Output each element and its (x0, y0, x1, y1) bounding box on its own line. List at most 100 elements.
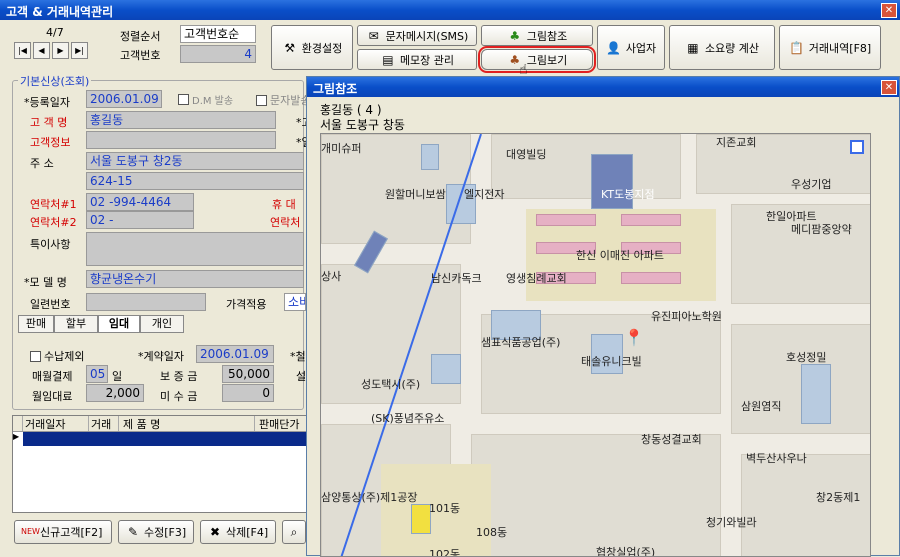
edit-icon: ✎ (127, 525, 139, 539)
search-icon: ⌕ (290, 525, 298, 539)
picture-ref-button[interactable]: ♣ 그림참조 (481, 25, 593, 46)
contract-date-label: *계약일자 (138, 350, 184, 363)
map-label: 샘표식품공업(주) (481, 336, 561, 349)
grid-col-product[interactable]: 제 품 명 (119, 416, 255, 431)
unpaid-amount-field[interactable]: 0 (222, 384, 274, 402)
picture-view-button[interactable]: ♣ 그림보기 (478, 46, 596, 73)
map-label: 지존교회 (716, 136, 757, 149)
deposit-label: 보 증 금 (160, 370, 198, 383)
map-label: 102동 (429, 548, 461, 557)
map-label: KT도봉지점 (601, 188, 655, 201)
sms-icon: ✉ (368, 28, 379, 43)
model-field[interactable]: 향균냉온수기 (86, 270, 304, 288)
rental-fee-field[interactable]: 2,000 (86, 384, 144, 402)
address-line2-field[interactable]: 624-15 (86, 172, 304, 190)
note-field[interactable] (86, 232, 304, 266)
price-select[interactable]: 소비 (284, 293, 306, 311)
customer-info-field[interactable] (86, 131, 276, 149)
day-unit-label: 일 (112, 370, 123, 383)
monthly-day-field[interactable]: 05 (86, 365, 108, 383)
map-label: 태솔유니크빌 (581, 355, 642, 368)
map-label: 창동성결교회 (641, 433, 702, 446)
map-label: 108동 (476, 526, 508, 539)
sort-order-select[interactable]: 고객번호순 (180, 25, 256, 43)
next-record-button[interactable]: ▶ (52, 42, 69, 59)
install-label: *철 (290, 350, 306, 363)
transactions-button[interactable]: 📋 거래내역[F8] (779, 25, 881, 70)
setting-label: 설 (296, 370, 307, 383)
contact2-field[interactable]: 02 - (86, 211, 194, 229)
tree-icon: ♣ (509, 28, 521, 43)
map-label: 삼양통상(주)제1공장 (321, 491, 418, 504)
window-title: 고객 & 거래내역관리 (6, 5, 114, 19)
close-icon[interactable]: ✕ (881, 3, 897, 18)
new-customer-button[interactable]: NEW 신규고객[F2] (14, 520, 112, 544)
last-record-button[interactable]: ▶| (71, 42, 88, 59)
memo-button[interactable]: ▤ 메모장 관리 (357, 49, 477, 70)
map-label: 협창실업(주) (596, 546, 656, 557)
map-label: 창2동제1 (816, 491, 861, 504)
grid-col-type[interactable]: 거래 (89, 416, 119, 431)
tab-rental[interactable]: 임대 (98, 315, 140, 333)
map-label: 남신카독크 (431, 272, 482, 285)
prev-record-button[interactable]: ◀ (33, 42, 50, 59)
picture-ref-window: 그림참조 ✕ 홍길동 ( 4 ) 서울 도봉구 창동 📍 개미슈퍼 대영빌딩 지… (306, 76, 900, 557)
popup-titlebar: 그림참조 (307, 77, 899, 97)
map-label: 메디팜중앙약 (791, 223, 852, 236)
tab-sale[interactable]: 판매 (18, 315, 54, 333)
tab-personal[interactable]: 개인 (140, 315, 184, 333)
sale-type-tabs: 판매 할부 임대 개인 (18, 315, 184, 333)
address-line1-field[interactable]: 서울 도봉구 창2동 (86, 152, 304, 170)
table-row[interactable]: ▶ (13, 432, 307, 446)
consumption-calc-button[interactable]: ▦ 소요량 계산 (669, 25, 775, 70)
serial-field[interactable] (86, 293, 206, 311)
edit-button[interactable]: ✎ 수정[F3] (118, 520, 194, 544)
map-label: 원할머니보쌈 (385, 188, 446, 201)
grid-col-date[interactable]: 거래일자 (23, 416, 89, 431)
map-image[interactable]: 📍 개미슈퍼 대영빌딩 지존교회 원할머니보쌈 엘지전자 KT도봉지점 우성기업… (320, 133, 871, 557)
unpaid-amount-label: 미 수 금 (160, 390, 198, 403)
map-label: 한신 이매진 아파트 (576, 249, 664, 262)
popup-title: 그림참조 (313, 82, 358, 96)
map-label: 성도택시(주) (361, 378, 421, 391)
reg-date-label: *등록일자 (24, 96, 70, 109)
tab-installment[interactable]: 할부 (54, 315, 98, 333)
sms-button[interactable]: ✉ 문자메시지(SMS) (357, 25, 477, 46)
serial-label: 일련번호 (30, 298, 71, 311)
popup-close-icon[interactable]: ✕ (881, 80, 897, 95)
sms-checkbox[interactable]: 문자발송 (256, 92, 310, 108)
env-settings-button[interactable]: ⚒ 환경설정 (271, 25, 353, 70)
map-label: 개미슈퍼 (321, 142, 362, 155)
dm-checkbox[interactable]: D.M 발송 (178, 92, 233, 107)
rental-fee-label: 월임대료 (32, 390, 73, 403)
contact-label: 연락처 (270, 216, 301, 229)
deposit-field[interactable]: 50,000 (222, 365, 274, 383)
row-pointer-icon: ▶ (13, 432, 20, 441)
grid-header: 거래일자 거래 제 품 명 판매단가 (13, 416, 307, 432)
map-label: (SK)풍념주유소 (371, 412, 445, 425)
map-label: 대영빌딩 (506, 148, 547, 161)
delete-button[interactable]: ✖ 삭제[F4] (200, 520, 276, 544)
tools-icon: ⚒ (284, 40, 296, 55)
search-button[interactable]: ⌕ (282, 520, 306, 544)
business-button[interactable]: 👤 사업자 (597, 25, 665, 70)
first-record-button[interactable]: |◀ (14, 42, 31, 59)
map-label: 유진피아노학원 (651, 310, 722, 323)
grid-col-price[interactable]: 판매단가 (255, 416, 307, 431)
map-label: 101동 (429, 502, 461, 515)
customer-no-field[interactable]: 4 (180, 45, 256, 63)
sort-order-label: 정렬순서 (120, 30, 161, 43)
person-icon: 👤 (606, 40, 622, 55)
name-field[interactable]: 홍길동 (86, 111, 276, 129)
contact1-field[interactable]: 02 -994-4464 (86, 193, 194, 211)
map-label: 삼원염직 (741, 400, 782, 413)
contact2-label: 연락처#2 (30, 216, 77, 229)
unpaid-exclude-checkbox[interactable]: 수납제외 (30, 348, 84, 364)
map-zoom-icon[interactable] (850, 140, 864, 154)
map-label: 우성기업 (791, 178, 832, 191)
contract-date-field[interactable]: 2006.01.09 (196, 345, 274, 363)
map-label: 영생침례교회 (506, 272, 567, 285)
reg-date-field[interactable]: 2006.01.09 (86, 90, 162, 108)
transactions-grid[interactable]: 거래일자 거래 제 품 명 판매단가 ▶ (12, 415, 308, 513)
window-titlebar: 고객 & 거래내역관리 (0, 0, 900, 20)
